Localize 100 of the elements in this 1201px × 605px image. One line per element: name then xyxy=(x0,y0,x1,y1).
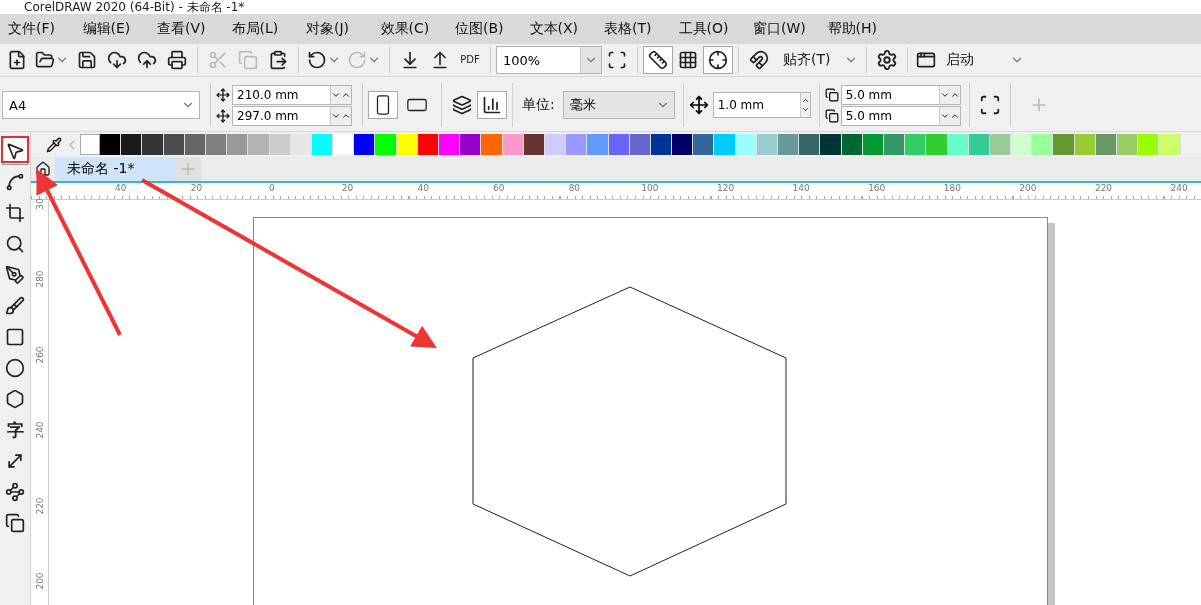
color-swatch[interactable] xyxy=(354,134,376,155)
color-swatch[interactable] xyxy=(544,134,567,155)
color-swatch[interactable] xyxy=(417,134,439,155)
color-swatch[interactable] xyxy=(121,134,143,155)
color-swatch[interactable] xyxy=(290,134,312,155)
color-swatch[interactable] xyxy=(1011,134,1033,155)
color-swatch[interactable] xyxy=(1159,134,1181,155)
duplicate-x-icon xyxy=(824,87,839,102)
color-swatch[interactable] xyxy=(502,134,524,155)
page-height-field[interactable]: 297.0 mm xyxy=(232,105,352,126)
color-swatch[interactable] xyxy=(333,134,355,155)
color-swatch[interactable] xyxy=(100,134,122,155)
pointer-icon xyxy=(5,141,25,161)
menu-item[interactable]: 对象(J) xyxy=(306,20,381,38)
snap-dropdown[interactable]: 贴齐(T) xyxy=(780,46,862,74)
color-swatch[interactable] xyxy=(735,134,757,155)
color-swatch[interactable] xyxy=(926,134,948,155)
undo-icon xyxy=(307,50,327,70)
color-swatch[interactable] xyxy=(269,134,291,155)
launch-dropdown[interactable]: 启动 xyxy=(913,46,1028,74)
color-swatch[interactable] xyxy=(905,134,927,155)
page-width-field[interactable]: 210.0 mm xyxy=(232,84,352,105)
no-fill-swatch[interactable] xyxy=(80,134,100,155)
color-swatch[interactable] xyxy=(523,134,545,155)
menu-item[interactable]: 查看(V) xyxy=(157,20,232,38)
color-swatch[interactable] xyxy=(629,134,651,155)
brush-icon xyxy=(5,296,25,316)
color-swatch[interactable] xyxy=(799,134,821,155)
color-swatch[interactable] xyxy=(1138,134,1160,155)
color-swatch[interactable] xyxy=(227,134,249,155)
view-toggle-button[interactable] xyxy=(643,46,673,74)
menu-item[interactable]: 窗口(W) xyxy=(753,20,828,38)
color-swatch[interactable] xyxy=(396,134,418,155)
menu-item[interactable]: 文本(X) xyxy=(529,20,604,38)
color-swatch[interactable] xyxy=(587,134,609,155)
color-swatch[interactable] xyxy=(650,134,673,155)
color-swatch[interactable] xyxy=(205,134,228,155)
color-swatch[interactable] xyxy=(163,134,185,155)
home-icon xyxy=(35,161,51,177)
pen-icon xyxy=(5,265,25,285)
color-swatch[interactable] xyxy=(608,134,630,155)
page-size-dropdown[interactable]: A4 xyxy=(2,91,200,119)
color-swatch[interactable] xyxy=(841,134,863,155)
orientation-button[interactable] xyxy=(368,91,398,119)
menu-item[interactable]: 帮助(H) xyxy=(827,20,902,38)
color-swatch[interactable] xyxy=(566,134,588,155)
highlight-frame xyxy=(1,136,29,163)
units-dropdown[interactable]: 毫米 xyxy=(562,91,675,119)
save-icon xyxy=(77,50,97,70)
menu-item[interactable]: 表格(T) xyxy=(604,20,679,38)
color-swatch[interactable] xyxy=(184,134,206,155)
color-swatch[interactable] xyxy=(989,134,1012,155)
color-swatch[interactable] xyxy=(820,134,842,155)
import-icon xyxy=(400,50,420,70)
duplicate-y-field[interactable]: 5.0 mm xyxy=(840,105,961,126)
color-swatch[interactable] xyxy=(1117,134,1139,155)
tool-button[interactable]: 字 xyxy=(2,416,28,444)
color-swatch[interactable] xyxy=(756,134,778,155)
color-swatch[interactable] xyxy=(968,134,990,155)
color-swatch[interactable] xyxy=(460,134,482,155)
color-swatch[interactable] xyxy=(883,134,906,155)
menu-item[interactable]: 效果(C) xyxy=(380,20,455,38)
plus-icon xyxy=(179,160,197,178)
ruler-label: 240 xyxy=(34,421,45,439)
menu-item[interactable]: 位图(B) xyxy=(455,20,530,38)
color-swatch[interactable] xyxy=(1074,134,1096,155)
ruler-label: 260 xyxy=(34,346,45,364)
frame-icon xyxy=(607,50,627,70)
color-swatch[interactable] xyxy=(248,134,270,155)
color-swatch[interactable] xyxy=(862,134,884,155)
color-swatch[interactable] xyxy=(1053,134,1075,155)
pdf-button[interactable]: PDF xyxy=(455,46,485,74)
menu-item[interactable]: 编辑(E) xyxy=(82,20,157,38)
eyedropper-icon xyxy=(46,136,62,153)
copy-icon xyxy=(238,50,258,70)
color-swatch[interactable] xyxy=(714,134,736,155)
color-swatch[interactable] xyxy=(375,134,397,155)
menu-item[interactable]: 文件(F) xyxy=(8,20,83,38)
color-swatch[interactable] xyxy=(947,134,969,155)
crop-icon xyxy=(5,203,25,223)
color-swatch[interactable] xyxy=(439,134,461,155)
document-tab[interactable]: 未命名 -1* xyxy=(55,157,175,181)
color-swatch[interactable] xyxy=(1032,134,1054,155)
menu-item[interactable]: 工具(O) xyxy=(678,20,753,38)
pages-button[interactable] xyxy=(477,91,507,119)
duplicate-x-field[interactable]: 5.0 mm xyxy=(840,84,961,105)
view-toggle-button[interactable] xyxy=(703,46,733,74)
nudge-field[interactable]: 1.0 mm xyxy=(712,92,811,118)
color-swatch[interactable] xyxy=(481,134,503,155)
color-swatch[interactable] xyxy=(672,134,694,155)
color-swatch[interactable] xyxy=(311,134,334,155)
color-swatch[interactable] xyxy=(778,134,800,155)
ruler-label: 240 xyxy=(1169,183,1189,195)
folder-icon xyxy=(35,50,55,70)
menu-item[interactable]: 布局(L) xyxy=(231,20,306,38)
ruler-label: 40 xyxy=(416,183,430,195)
color-swatch[interactable] xyxy=(693,134,715,155)
zoom-dropdown[interactable]: 100% xyxy=(496,46,602,74)
color-swatch[interactable] xyxy=(1095,134,1117,155)
color-swatch[interactable] xyxy=(142,134,164,155)
